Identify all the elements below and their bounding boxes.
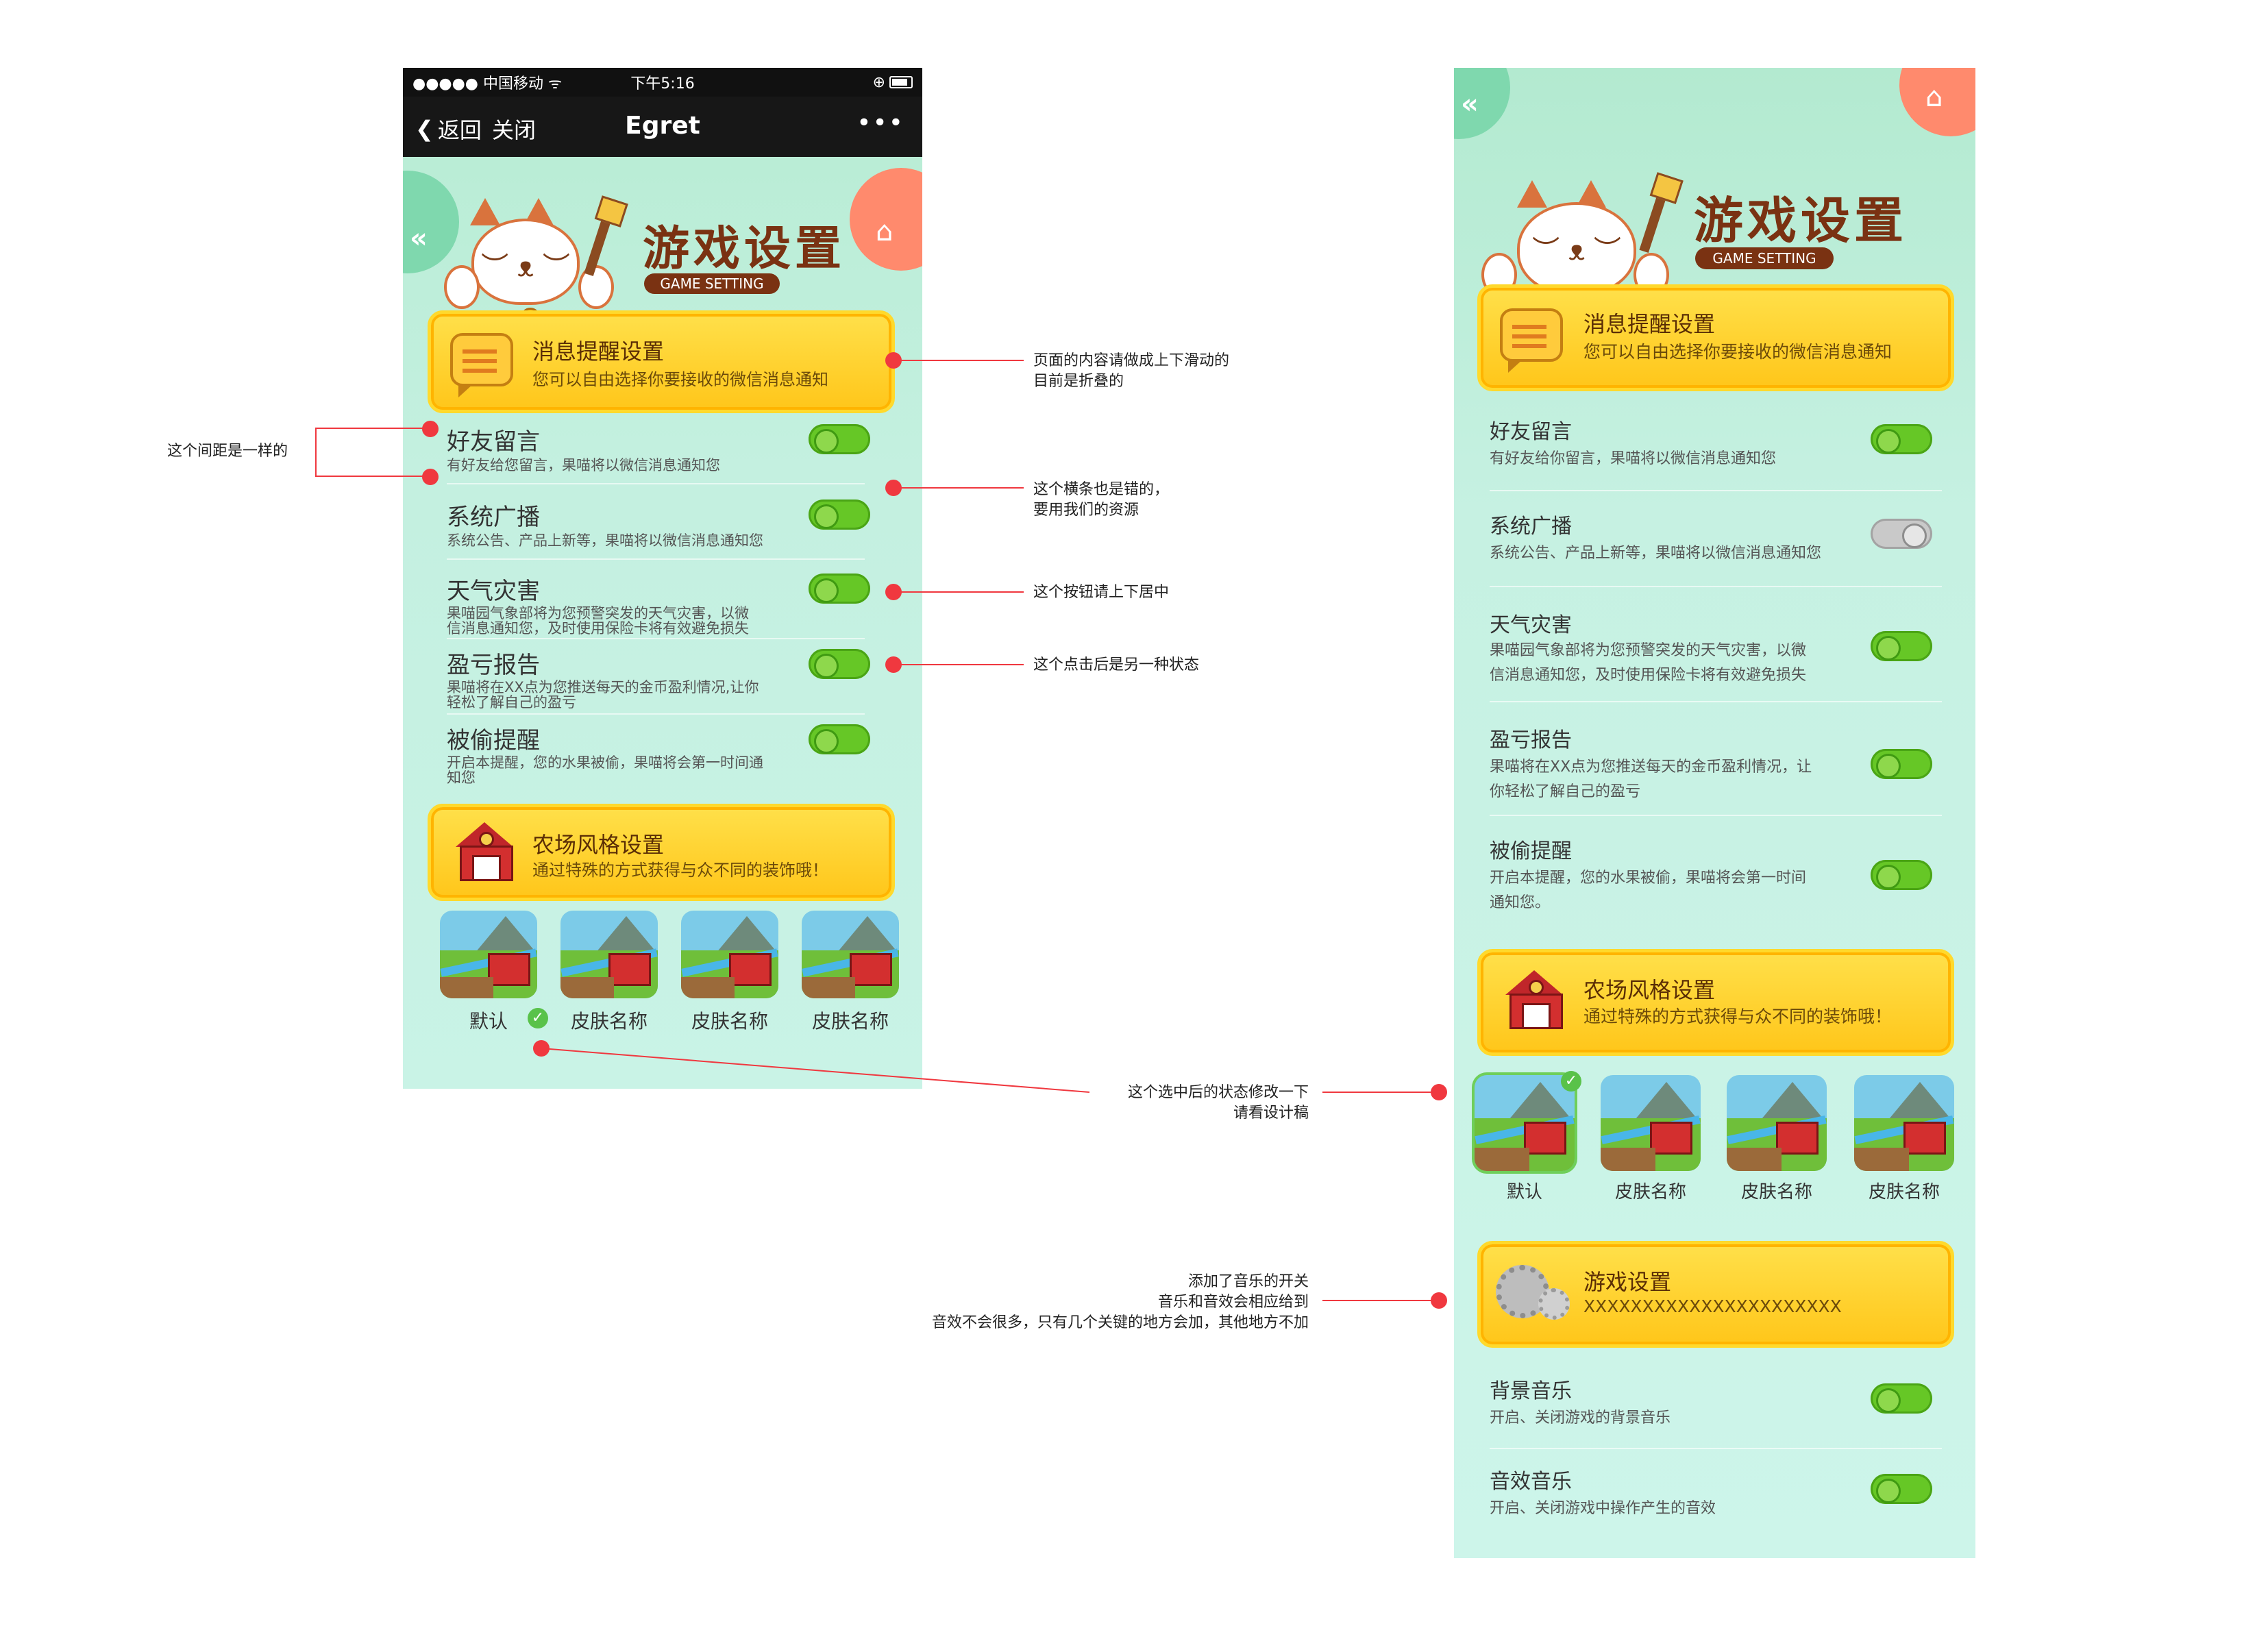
annotation-music: 添加了音乐的开关 音乐和音效会相应给到 音效不会很多，只有几个关键的地方会加，其他地…	[931, 1273, 1309, 1331]
annotation-marker	[1431, 1292, 1447, 1309]
annotation-selected-state: 这个选中后的状态修改一下 请看设计稿	[1127, 1084, 1309, 1122]
annotation-connector	[541, 1048, 1431, 1301]
annotation-marker	[1431, 1084, 1447, 1100]
